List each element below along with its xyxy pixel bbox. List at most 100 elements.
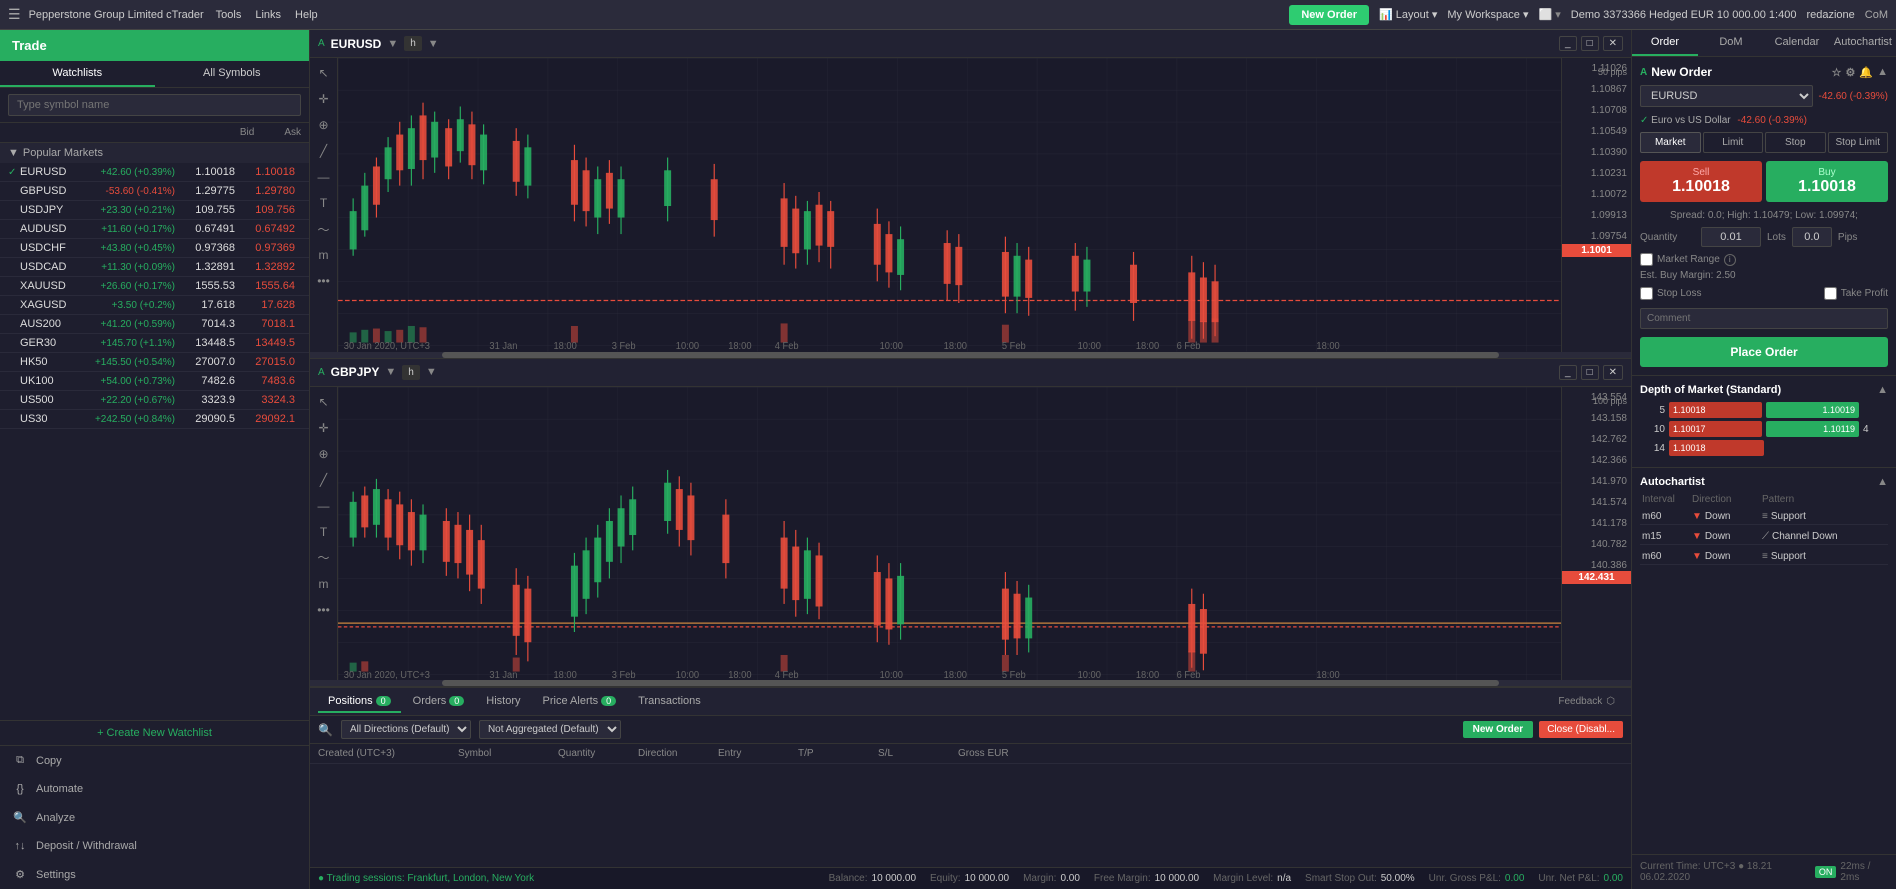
chart1-maximize[interactable]: □ — [1581, 36, 1599, 51]
chart2-maximize[interactable]: □ — [1581, 365, 1599, 380]
chart1-timeframe[interactable]: h — [404, 36, 422, 51]
chart1-symbol[interactable]: EURUSD — [331, 37, 382, 51]
popular-markets-header[interactable]: ▼Popular Markets — [0, 143, 309, 163]
take-profit-check[interactable]: Take Profit — [1824, 287, 1888, 300]
chart2-symbol[interactable]: GBPJPY — [331, 365, 380, 379]
tab-dom[interactable]: DoM — [1698, 30, 1764, 56]
tab-all-symbols[interactable]: All Symbols — [155, 61, 310, 87]
menu-links[interactable]: Links — [255, 9, 281, 21]
chart2-close[interactable]: ✕ — [1603, 365, 1623, 380]
market-row-us30[interactable]: US30 +242.50 (+0.84%) 29090.5 29092.1 — [0, 410, 309, 429]
sell-button[interactable]: Sell 1.10018 — [1640, 161, 1762, 202]
bottom-new-order-btn[interactable]: New Order — [1463, 721, 1534, 738]
market-row-eurusd[interactable]: ✓ EURUSD +42.60 (+0.39%) 1.10018 1.10018 — [0, 163, 309, 182]
tool2-trend[interactable]: ╱ — [313, 469, 335, 491]
tool-more[interactable]: ••• — [313, 270, 335, 292]
chart2-timeframe[interactable]: h — [402, 365, 420, 380]
market-row-aus200[interactable]: AUS200 +41.20 (+0.59%) 7014.3 7018.1 — [0, 315, 309, 334]
tool-horizontal[interactable]: — — [313, 166, 335, 188]
search-input[interactable] — [8, 94, 301, 116]
market-row-us500[interactable]: US500 +22.20 (+0.67%) 3323.9 3324.3 — [0, 391, 309, 410]
order-type-stoplimit[interactable]: Stop Limit — [1828, 132, 1889, 153]
chart2-scrollbar[interactable] — [310, 680, 1631, 686]
analyze-menu-item[interactable]: 🔍 Analyze — [0, 803, 309, 832]
tab-autochartist[interactable]: Autochartist — [1830, 30, 1896, 56]
order-bell-icon[interactable]: 🔔 — [1859, 66, 1873, 79]
tool-zoom[interactable]: ⊕ — [313, 114, 335, 136]
dom-bid-bar-1[interactable]: 1.10018 — [1669, 402, 1762, 418]
dom-bid-bar-2[interactable]: 1.10017 — [1669, 421, 1762, 437]
market-row-uk100[interactable]: UK100 +54.00 (+0.73%) 7482.6 7483.6 — [0, 372, 309, 391]
chart2-canvas[interactable]: 142.432 ▼ ▼ 142.443 — [338, 387, 1561, 681]
settings-menu-item[interactable]: ⚙ Settings — [0, 860, 309, 889]
tab-orders[interactable]: Orders0 — [403, 691, 475, 713]
bottom-close-btn[interactable]: Close (Disabl... — [1539, 721, 1623, 738]
stop-loss-check[interactable]: Stop Loss — [1640, 287, 1701, 300]
tool-trend[interactable]: ╱ — [313, 140, 335, 162]
tool2-cursor[interactable]: ↖ — [313, 391, 335, 413]
order-settings-icon[interactable]: ⚙ — [1846, 66, 1856, 79]
tool2-measure[interactable]: m — [313, 573, 335, 595]
place-order-button[interactable]: Place Order — [1640, 337, 1888, 367]
create-watchlist-btn[interactable]: + Create New Watchlist — [0, 720, 309, 745]
order-symbol-select[interactable]: EURUSD — [1640, 85, 1813, 107]
market-row-hk50[interactable]: HK50 +145.50 (+0.54%) 27007.0 27015.0 — [0, 353, 309, 372]
tool2-horizontal[interactable]: — — [313, 495, 335, 517]
menu-help[interactable]: Help — [295, 9, 318, 21]
directions-select[interactable]: All Directions (Default) — [341, 720, 471, 739]
chart2-minimize[interactable]: _ — [1559, 365, 1577, 380]
search-positions-icon[interactable]: 🔍 — [318, 723, 333, 737]
market-row-xagusd[interactable]: XAGUSD +3.50 (+0.2%) 17.618 17.628 — [0, 296, 309, 315]
menu-tools[interactable]: Tools — [216, 9, 242, 21]
market-row-ger30[interactable]: GER30 +145.70 (+1.1%) 13448.5 13449.5 — [0, 334, 309, 353]
tab-order[interactable]: Order — [1632, 30, 1698, 56]
com-label[interactable]: CoM — [1865, 9, 1888, 21]
tool2-crosshair[interactable]: ✛ — [313, 417, 335, 439]
market-row-xauusd[interactable]: XAUUSD +26.60 (+0.17%) 1555.53 1555.64 — [0, 277, 309, 296]
dom-collapse-icon[interactable]: ▲ — [1877, 384, 1888, 396]
workspace-button[interactable]: My Workspace ▾ — [1447, 8, 1528, 21]
market-row-audusd[interactable]: AUDUSD +11.60 (+0.17%) 0.67491 0.67492 — [0, 220, 309, 239]
tool2-more[interactable]: ••• — [313, 599, 335, 621]
chart1-canvas[interactable]: 1.1001s ▼ ▼ 1.10018 — [338, 58, 1561, 352]
tab-transactions[interactable]: Transactions — [628, 691, 711, 713]
aggregation-select[interactable]: Not Aggregated (Default) — [479, 720, 621, 739]
pips-input[interactable] — [1792, 227, 1832, 247]
order-type-market[interactable]: Market — [1640, 132, 1701, 153]
tool-measure[interactable]: m — [313, 244, 335, 266]
market-row-usdjpy[interactable]: USDJPY +23.30 (+0.21%) 109.755 109.756 — [0, 201, 309, 220]
quantity-input[interactable] — [1701, 227, 1761, 247]
order-type-stop[interactable]: Stop — [1765, 132, 1826, 153]
chart1-scrollbar[interactable] — [310, 352, 1631, 358]
ac-collapse-icon[interactable]: ▲ — [1877, 476, 1888, 488]
tool2-text[interactable]: T — [313, 521, 335, 543]
tool2-fibonacci[interactable]: 〜 — [313, 547, 335, 569]
order-minimize-icon[interactable]: ▲ — [1877, 66, 1888, 79]
hamburger-icon[interactable]: ☰ — [8, 6, 21, 23]
layout-button[interactable]: 📊 Layout ▾ — [1379, 8, 1437, 21]
tab-positions[interactable]: Positions0 — [318, 691, 401, 713]
order-star-icon[interactable]: ☆ — [1832, 66, 1842, 79]
order-type-limit[interactable]: Limit — [1703, 132, 1764, 153]
market-range-check[interactable]: Market Range i — [1640, 253, 1736, 266]
tool2-zoom[interactable]: ⊕ — [313, 443, 335, 465]
dom-bid-bar-3[interactable]: 1.10018 — [1669, 440, 1764, 456]
feedback-btn[interactable]: Feedback ⬡ — [1550, 694, 1623, 709]
buy-button[interactable]: Buy 1.10018 — [1766, 161, 1888, 202]
comment-input[interactable] — [1640, 308, 1888, 329]
deposit-menu-item[interactable]: ↑↓ Deposit / Withdrawal — [0, 832, 309, 860]
tool-fibonacci[interactable]: 〜 — [313, 218, 335, 240]
tab-history[interactable]: History — [476, 691, 530, 713]
tool-crosshair[interactable]: ✛ — [313, 88, 335, 110]
copy-menu-item[interactable]: ⧉ Copy — [0, 746, 309, 775]
tool-cursor[interactable]: ↖ — [313, 62, 335, 84]
dom-ask-bar-2[interactable]: 1.10119 — [1766, 421, 1859, 437]
market-row-gbpusd[interactable]: GBPUSD -53.60 (-0.41%) 1.29775 1.29780 — [0, 182, 309, 201]
tool-text[interactable]: T — [313, 192, 335, 214]
automate-menu-item[interactable]: {} Automate — [0, 775, 309, 803]
market-row-usdchf[interactable]: USDCHF +43.80 (+0.45%) 0.97368 0.97369 — [0, 239, 309, 258]
tab-watchlists[interactable]: Watchlists — [0, 61, 155, 87]
tab-calendar[interactable]: Calendar — [1764, 30, 1830, 56]
chart1-minimize[interactable]: _ — [1559, 36, 1577, 51]
tab-price-alerts[interactable]: Price Alerts0 — [533, 691, 627, 713]
